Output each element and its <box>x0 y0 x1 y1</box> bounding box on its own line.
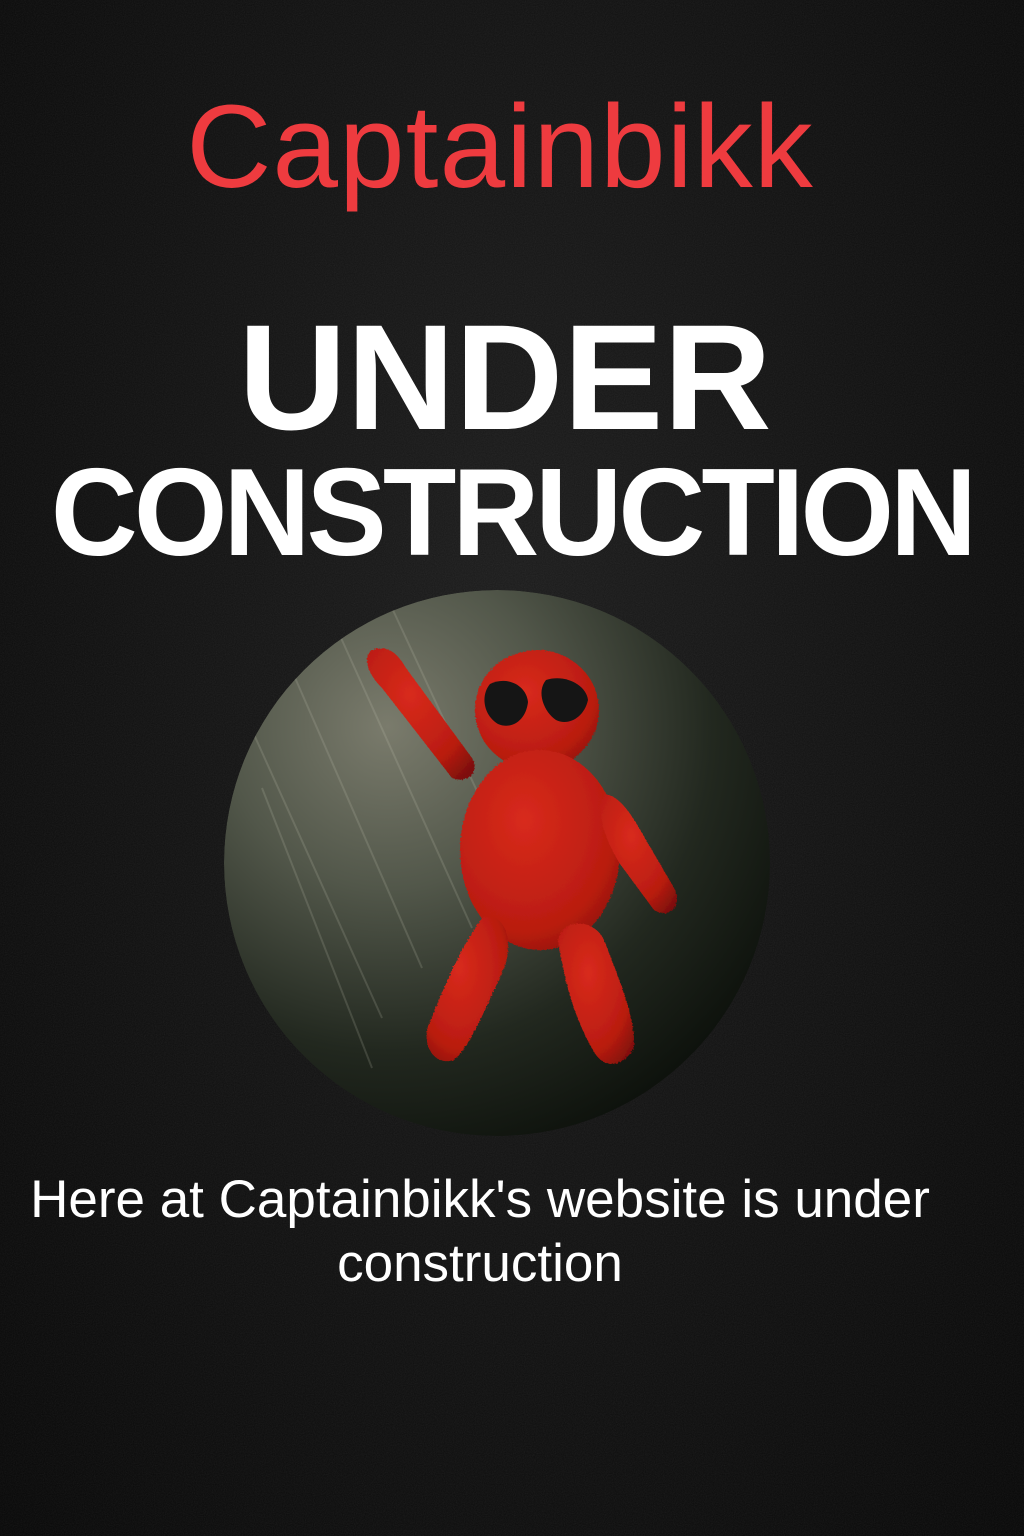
construction-caption: Here at Captainbikk's website is under c… <box>30 1170 930 1293</box>
headline-under: UNDER <box>238 293 772 461</box>
page: Captainbikk UNDER CONSTRUCTION Here at C… <box>0 0 1024 1536</box>
red-felt-figure-icon <box>224 590 770 1136</box>
brand-title: Captainbikk <box>186 81 814 213</box>
headline-construction: CONSTRUCTION <box>50 444 977 582</box>
